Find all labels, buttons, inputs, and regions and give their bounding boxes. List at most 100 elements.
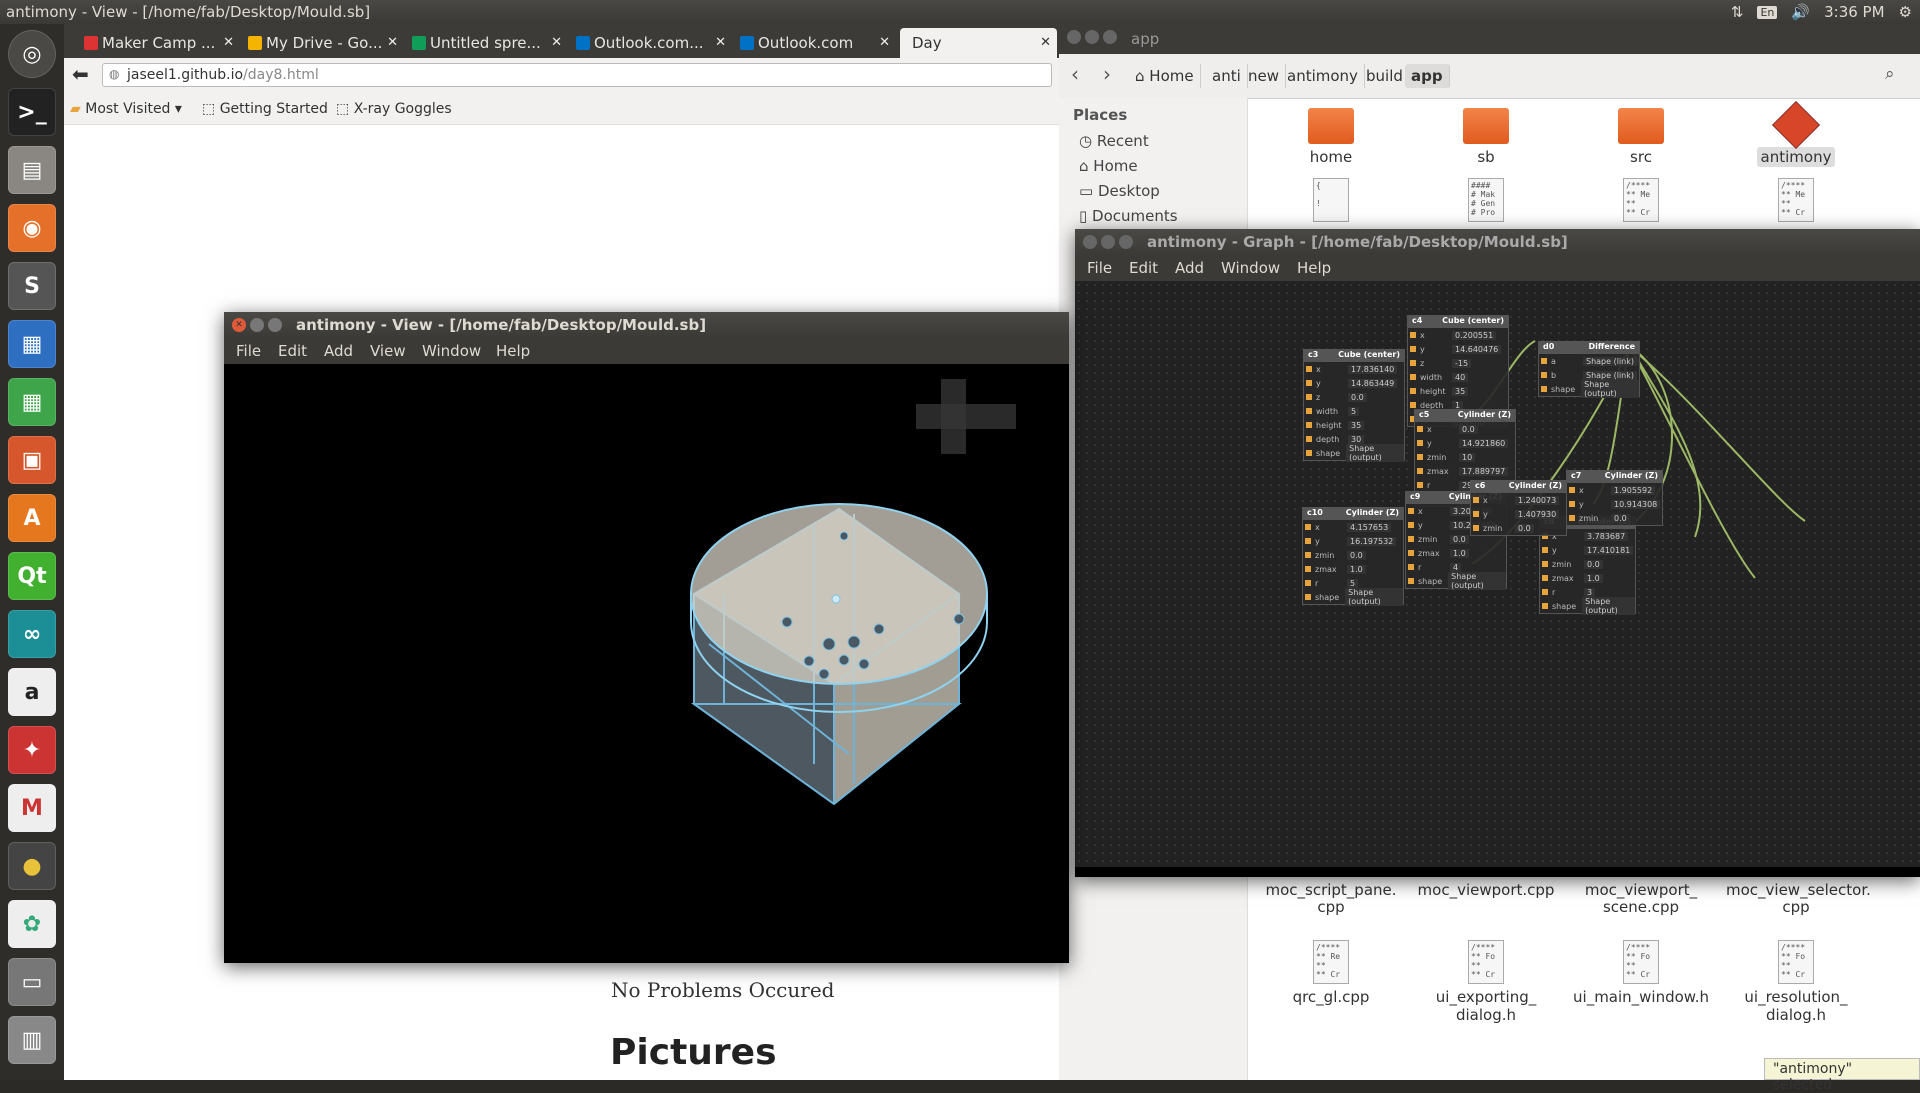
forward-icon[interactable]: › [1103,62,1111,86]
gear-icon[interactable]: ⚙ [1899,3,1912,21]
field-value[interactable]: 5 [1347,578,1359,588]
clock[interactable]: 3:36 PM [1824,3,1884,21]
node-field[interactable]: zmin 0.0 [1567,511,1662,525]
view-face[interactable] [991,404,1016,429]
url-bar[interactable]: ◍ jaseel1.github.io/day8.html [102,63,1052,87]
close-tab-icon[interactable]: ✕ [879,35,890,50]
search-icon[interactable]: ⌕ [1885,64,1895,84]
field-value[interactable]: 40 [1452,372,1469,382]
field-value[interactable]: 0.0 [1347,550,1366,560]
field-value[interactable]: 1.0 [1584,573,1603,583]
back-icon[interactable]: ‹ [1071,62,1079,86]
field-value[interactable]: 0.0 [1348,392,1367,402]
view-selector-icon[interactable] [916,379,1016,454]
field-value[interactable]: 35 [1348,420,1365,430]
field-value[interactable]: Shape (link) [1583,356,1637,366]
terminal-icon[interactable]: >_ [8,88,56,136]
graph-node-c7[interactable]: c7 Cylinder (Z) x 1.905592 y 10.914308 zmin 0.0 [1566,470,1663,526]
field-value[interactable]: Shape (output) [1345,588,1403,606]
node-field[interactable]: x 0.200551 [1408,328,1508,342]
field-value[interactable]: 3.783687 [1584,531,1629,541]
close-icon[interactable]: ✕ [232,318,246,332]
field-value[interactable]: 0.200551 [1452,330,1497,340]
node-field[interactable]: shape Shape (output) [1303,588,1403,606]
place-desktop[interactable]: ▭ Desktop [1079,182,1160,200]
node-field[interactable]: height 35 [1304,418,1404,432]
node-field[interactable]: height 35 [1408,384,1508,398]
node-field[interactable]: x 4.157653 [1303,520,1403,534]
network-icon[interactable]: ⇅ [1731,3,1744,21]
minimize-icon[interactable] [1101,235,1115,249]
field-value[interactable]: 0.0 [1584,559,1603,569]
breadcrumb-antimony[interactable]: antimony [1281,64,1365,88]
field-value[interactable]: 5 [1348,406,1360,416]
place-home[interactable]: ⌂ Home [1079,157,1138,175]
bookmark-most-visited[interactable]: ▰ Most Visited ▾ [70,101,182,117]
node-header[interactable]: c3 Cube (center) [1304,350,1404,362]
maximize-icon[interactable] [268,318,282,332]
file-moc-view-selector[interactable]: moc_view_selector. cpp [1726,882,1871,916]
field-value[interactable]: 1.407930 [1515,509,1560,519]
place-recent[interactable]: ◷ Recent [1079,132,1149,150]
node-field[interactable]: shape Shape (output) [1406,572,1506,590]
field-value[interactable]: -15 [1452,358,1472,368]
node-field[interactable]: y 1.407930 [1471,507,1566,521]
close-tab-icon[interactable]: ✕ [715,35,726,50]
node-field[interactable]: zmax 1.0 [1406,546,1506,560]
field-value[interactable]: 4 [1450,562,1462,572]
field-value[interactable]: 1.0 [1347,564,1366,574]
tab-outlook-1[interactable]: Outlook.com... ✕ [572,28,732,58]
files-icon[interactable]: ▤ [8,146,56,194]
node-header[interactable]: c5 Cylinder (Z) [1415,410,1515,422]
menu-help[interactable]: Help [1297,259,1331,277]
node-field[interactable]: x 1.905592 [1567,483,1662,497]
node-field[interactable]: width 5 [1304,404,1404,418]
node-header[interactable]: d0 Difference [1539,342,1639,354]
drive-icon[interactable]: ▭ [8,958,56,1006]
field-value[interactable]: 10.914308 [1611,499,1661,509]
view-face[interactable] [966,404,991,429]
graph-node-c10[interactable]: c10 Cylinder (Z) x 4.157653 y 16.197532 zmin 0.… [1302,507,1404,606]
breadcrumb-new[interactable]: new [1242,64,1287,88]
close-tab-icon[interactable]: ✕ [551,35,562,50]
menu-file[interactable]: File [1087,259,1112,277]
node-field[interactable]: zmin 0.0 [1540,557,1635,571]
gmail-icon[interactable]: M [8,784,56,832]
field-value[interactable]: 17.889797 [1459,466,1509,476]
field-value[interactable]: Shape (output) [1581,380,1639,398]
field-value[interactable]: 1.240073 [1515,495,1560,505]
tab-maker-camp[interactable]: Maker Camp ... ✕ [80,28,240,58]
node-header[interactable]: c4 Cube (center) [1408,316,1508,328]
node-field[interactable]: x 1.240073 [1471,493,1566,507]
file-moc-script-pane[interactable]: moc_script_pane. cpp [1261,882,1401,916]
bookmark-xray-goggles[interactable]: ⬚ X-ray Goggles [336,101,452,117]
node-field[interactable]: a Shape (link) [1539,354,1639,368]
field-value[interactable]: 17.836140 [1348,364,1398,374]
node-field[interactable]: x 17.836140 [1304,362,1404,376]
node-field[interactable]: y 14.921860 [1415,436,1515,450]
close-icon[interactable] [1083,235,1097,249]
node-field[interactable]: y 10.914308 [1567,497,1662,511]
field-value[interactable]: 17.410181 [1584,545,1634,555]
node-field[interactable]: z -15 [1408,356,1508,370]
field-value[interactable]: 0.0 [1515,523,1534,533]
file-item[interactable]: /**** ** Me ** ** Cr [1726,178,1866,226]
back-arrow-icon[interactable]: ⬅ [72,62,89,86]
tab-my-drive[interactable]: My Drive - Go... ✕ [244,28,404,58]
menu-help[interactable]: Help [496,342,530,360]
breadcrumb-app[interactable]: app [1405,64,1450,88]
arduino-icon[interactable]: ∞ [8,610,56,658]
file-ui-exporting-dialog[interactable]: /**** ** Fo ** ** Cr ui_exporting_ dialog.h [1416,940,1556,1024]
qt-icon[interactable]: Qt [8,552,56,600]
field-value[interactable]: 3 [1584,587,1596,597]
node-field[interactable]: zmin 0.0 [1471,521,1566,535]
volume-icon[interactable]: 🔊 [1791,3,1810,21]
tab-untitled-spreadsheet[interactable]: Untitled spre... ✕ [408,28,568,58]
field-value[interactable]: 1.905592 [1611,485,1656,495]
node-field[interactable]: shape Shape (output) [1304,444,1404,462]
close-icon[interactable] [1067,30,1081,44]
minimize-icon[interactable] [1085,30,1099,44]
file-ui-resolution-dialog[interactable]: /**** ** Fo ** ** Cr ui_resolution_ dialog.h [1726,940,1866,1024]
firefox-icon[interactable]: ◉ [8,204,56,252]
node-field[interactable]: width 40 [1408,370,1508,384]
